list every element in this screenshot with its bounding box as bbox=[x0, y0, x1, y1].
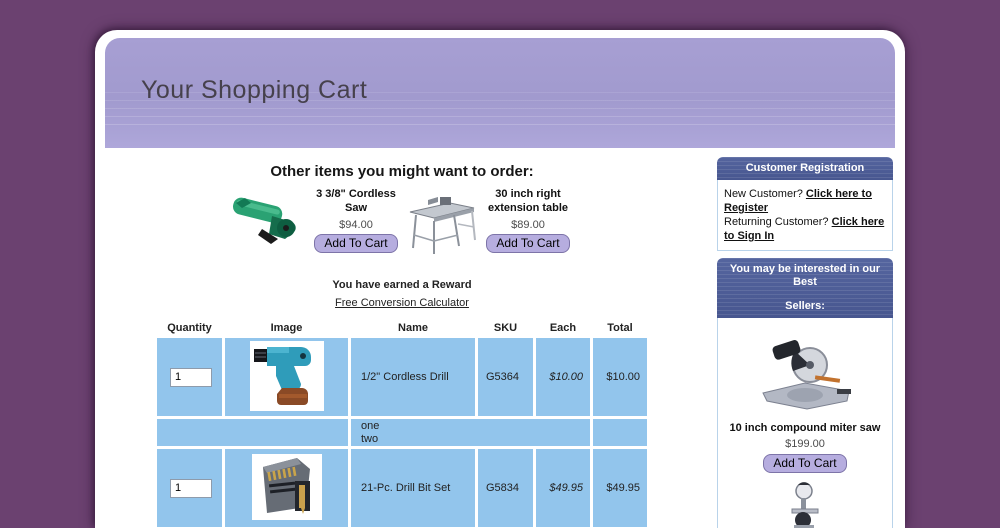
sku-cell: G5834 bbox=[478, 449, 533, 527]
customer-registration-body: New Customer? Click here to Register Ret… bbox=[717, 180, 893, 251]
customer-registration-box: Customer Registration New Customer? Clic… bbox=[717, 157, 893, 251]
page-header-band: Your Shopping Cart bbox=[105, 38, 895, 148]
product-name-cell: 21-Pc. Drill Bit Set bbox=[351, 449, 475, 527]
column-header-total: Total bbox=[593, 322, 647, 335]
message-row-total-cell bbox=[593, 419, 647, 446]
column-header-image: Image bbox=[225, 322, 348, 335]
total-price-cell: $49.95 bbox=[593, 449, 647, 527]
cart-main-column: Other items you might want to order: bbox=[152, 148, 652, 528]
add-to-cart-button[interactable]: Add To Cart bbox=[486, 234, 569, 253]
upsell-product-name: 30 inch right extension table bbox=[478, 187, 578, 215]
reward-message: You have earned a Reward bbox=[152, 279, 652, 291]
table-saw-product-image bbox=[406, 194, 478, 263]
free-conversion-calculator-link[interactable]: Free Conversion Calculator bbox=[335, 297, 469, 309]
upsell-section-title: Other items you might want to order: bbox=[152, 163, 652, 180]
cart-message-row: one two bbox=[157, 419, 647, 446]
best-sellers-body: 10 inch compound miter saw $199.00 Add T… bbox=[717, 318, 893, 528]
image-cell bbox=[225, 449, 348, 527]
quantity-cell bbox=[157, 338, 222, 416]
cart-table-header-row: Quantity Image Name SKU Each Total bbox=[157, 322, 647, 335]
customer-registration-title: Customer Registration bbox=[723, 162, 887, 175]
column-header-each: Each bbox=[536, 322, 590, 335]
add-to-cart-button[interactable]: Add To Cart bbox=[314, 234, 397, 253]
upsell-item-cordless-saw: 3 3/8" Cordless Saw $94.00 Add To Cart bbox=[226, 184, 406, 253]
best-sellers-header: You may be interested in our Best Seller… bbox=[717, 258, 893, 318]
upsell-product-price: $94.00 bbox=[306, 219, 406, 231]
message-row-spacer-cell bbox=[157, 419, 348, 446]
miter-saw-product-image bbox=[724, 333, 886, 419]
best-sellers-title-line2: Sellers: bbox=[723, 300, 887, 313]
upsell-items-row: 3 3/8" Cordless Saw $94.00 Add To Cart bbox=[152, 184, 652, 263]
page-background: { "header": { "title": "Your Shopping Ca… bbox=[0, 0, 1000, 528]
main-panel: Your Shopping Cart Other items you might… bbox=[95, 30, 905, 528]
sku-cell: G5364 bbox=[478, 338, 533, 416]
each-price-cell: $10.00 bbox=[536, 338, 590, 416]
cart-table: Quantity Image Name SKU Each Total bbox=[154, 319, 650, 528]
image-cell bbox=[225, 338, 348, 416]
best-sellers-title-line1: You may be interested in our Best bbox=[723, 263, 887, 289]
upsell-product-price: $89.00 bbox=[478, 219, 578, 231]
returning-customer-label: Returning Customer? bbox=[724, 216, 829, 228]
customer-registration-header: Customer Registration bbox=[717, 157, 893, 180]
upsell-item-info: 30 inch right extension table $89.00 Add… bbox=[478, 187, 578, 253]
message-line: two bbox=[361, 433, 590, 446]
column-header-name: Name bbox=[351, 322, 475, 335]
quantity-input[interactable] bbox=[170, 479, 212, 498]
cordless-saw-product-image bbox=[226, 194, 306, 253]
total-price-cell: $10.00 bbox=[593, 338, 647, 416]
best-seller-product-name: 10 inch compound miter saw bbox=[724, 421, 886, 435]
upsell-item-extension-table: 30 inch right extension table $89.00 Add… bbox=[406, 184, 578, 263]
quantity-cell bbox=[157, 449, 222, 527]
best-sellers-box: You may be interested in our Best Seller… bbox=[717, 258, 893, 528]
drill-bit-set-product-image bbox=[252, 454, 322, 520]
cart-row-drill-bit-set: 21-Pc. Drill Bit Set G5834 $49.95 $49.95 bbox=[157, 449, 647, 527]
message-line: one bbox=[361, 420, 590, 433]
upsell-product-name: 3 3/8" Cordless Saw bbox=[306, 187, 406, 215]
cart-row-cordless-drill: 1/2" Cordless Drill G5364 $10.00 $10.00 bbox=[157, 338, 647, 416]
each-price-cell: $49.95 bbox=[536, 449, 590, 527]
page-title: Your Shopping Cart bbox=[141, 76, 367, 105]
column-header-sku: SKU bbox=[478, 322, 533, 335]
best-seller-product-price: $199.00 bbox=[724, 437, 886, 451]
new-customer-label: New Customer? bbox=[724, 188, 803, 200]
column-header-quantity: Quantity bbox=[157, 322, 222, 335]
quantity-input[interactable] bbox=[170, 368, 212, 387]
upsell-item-info: 3 3/8" Cordless Saw $94.00 Add To Cart bbox=[306, 187, 406, 253]
message-cell: one two bbox=[351, 419, 590, 446]
add-to-cart-button[interactable]: Add To Cart bbox=[763, 454, 846, 473]
product-name-cell: 1/2" Cordless Drill bbox=[351, 338, 475, 416]
header-spacer bbox=[723, 289, 887, 300]
band-saw-product-image bbox=[724, 481, 886, 528]
cordless-drill-product-image bbox=[250, 341, 324, 411]
